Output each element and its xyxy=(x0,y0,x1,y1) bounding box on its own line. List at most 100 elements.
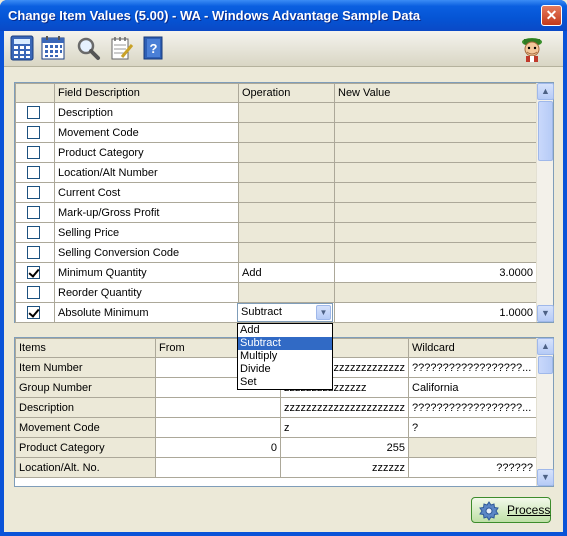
wildcard-cell[interactable]: ??????????????????... xyxy=(408,357,537,378)
operation-cell[interactable] xyxy=(238,242,335,263)
row-checkbox[interactable] xyxy=(27,226,40,239)
operation-cell[interactable] xyxy=(238,182,335,203)
notepad-icon[interactable] xyxy=(108,35,134,61)
from-cell[interactable] xyxy=(155,417,281,438)
dropdown-option[interactable]: Add xyxy=(238,324,332,337)
new-value-cell[interactable] xyxy=(334,242,537,263)
row-checkbox[interactable] xyxy=(27,286,40,299)
table-row: Description zzzzzzzzzzzzzzzzzzzzzz ?????… xyxy=(15,397,537,418)
help-book-icon[interactable]: ? xyxy=(140,35,166,61)
row-checkbox[interactable] xyxy=(27,106,40,119)
operation-cell[interactable]: Add xyxy=(238,262,335,283)
app-window: Change Item Values (5.00) - WA - Windows… xyxy=(0,0,567,536)
dropdown-option-selected[interactable]: Subtract xyxy=(238,337,332,350)
title-bar[interactable]: Change Item Values (5.00) - WA - Windows… xyxy=(0,0,567,31)
operation-cell[interactable] xyxy=(238,142,335,163)
new-value-cell[interactable] xyxy=(334,162,537,183)
new-value-cell[interactable] xyxy=(334,222,537,243)
dropdown-option[interactable]: Multiply xyxy=(238,350,332,363)
wildcard-cell[interactable]: California xyxy=(408,377,537,398)
row-checkbox[interactable] xyxy=(27,166,40,179)
column-header-operation[interactable]: Operation xyxy=(238,83,335,103)
ranges-scrollbar[interactable]: ▲ ▼ xyxy=(536,338,554,486)
column-header-wildcard[interactable]: Wildcard xyxy=(408,338,537,358)
operation-cell[interactable] xyxy=(238,202,335,223)
table-row: Location/Alt Number xyxy=(15,162,537,183)
table-row: Selling Conversion Code xyxy=(15,242,537,263)
table-row: Movement Code z ? xyxy=(15,417,537,438)
table-row: Current Cost xyxy=(15,182,537,203)
column-header-items[interactable]: Items xyxy=(15,338,156,358)
new-value-cell[interactable] xyxy=(334,102,537,123)
wildcard-cell[interactable]: ? xyxy=(408,417,537,438)
column-header-field-description[interactable]: Field Description xyxy=(54,83,239,103)
to-cell[interactable]: zzzzzz xyxy=(280,457,409,478)
from-cell[interactable] xyxy=(155,457,281,478)
gear-icon xyxy=(479,501,499,521)
magnifier-icon[interactable] xyxy=(75,35,101,61)
new-value-cell[interactable]: 3.0000 xyxy=(334,262,537,283)
operation-cell[interactable] xyxy=(238,222,335,243)
new-value-cell[interactable] xyxy=(334,122,537,143)
field-description: Movement Code xyxy=(54,122,239,143)
scroll-down-button[interactable]: ▼ xyxy=(537,469,554,486)
row-checkbox[interactable] xyxy=(27,186,40,199)
row-checkbox[interactable] xyxy=(27,126,40,139)
dropdown-option[interactable]: Set xyxy=(238,376,332,389)
operation-cell[interactable] xyxy=(238,282,335,303)
new-value-cell[interactable] xyxy=(334,142,537,163)
close-button[interactable]: ✕ xyxy=(541,5,562,26)
operation-dropdown-list: Add Subtract Multiply Divide Set xyxy=(237,323,333,390)
window-title: Change Item Values (5.00) - WA - Windows… xyxy=(8,8,421,23)
operation-combobox[interactable]: Subtract ▼ xyxy=(237,303,333,322)
table-row: Minimum Quantity Add 3.0000 xyxy=(15,262,537,283)
new-value-cell[interactable] xyxy=(334,182,537,203)
new-value-cell[interactable] xyxy=(334,202,537,223)
table-row: Reorder Quantity xyxy=(15,282,537,303)
field-description: Location/Alt Number xyxy=(54,162,239,183)
toolbar: ? xyxy=(4,31,563,67)
process-button-label: Process xyxy=(507,503,551,517)
to-cell[interactable]: z xyxy=(280,417,409,438)
operation-cell[interactable] xyxy=(238,102,335,123)
column-header-new-value[interactable]: New Value xyxy=(334,83,537,103)
item-label: Movement Code xyxy=(15,417,156,438)
fields-scrollbar[interactable]: ▲ ▼ xyxy=(536,83,554,322)
table-row: Mark-up/Gross Profit xyxy=(15,202,537,223)
field-description: Minimum Quantity xyxy=(54,262,239,283)
row-checkbox[interactable] xyxy=(27,206,40,219)
new-value-cell[interactable] xyxy=(334,282,537,303)
wildcard-cell[interactable]: ?????? xyxy=(408,457,537,478)
field-description: Absolute Minimum xyxy=(54,302,239,323)
from-cell[interactable]: 0 xyxy=(155,437,281,458)
operation-cell[interactable] xyxy=(238,162,335,183)
wildcard-cell[interactable]: ??????????????????... xyxy=(408,397,537,418)
scroll-thumb[interactable] xyxy=(538,356,553,374)
client-area: ? Field Description Operation New Value … xyxy=(4,31,563,532)
to-cell[interactable]: zzzzzzzzzzzzzzzzzzzzzz xyxy=(280,397,409,418)
mascot-icon xyxy=(517,35,547,62)
row-checkbox[interactable] xyxy=(27,146,40,159)
table-row: Location/Alt. No. zzzzzz ?????? xyxy=(15,457,537,478)
scroll-up-button[interactable]: ▲ xyxy=(537,338,554,355)
new-value-cell[interactable]: 1.0000 xyxy=(334,302,537,323)
table-row: Product Category 0 255 xyxy=(15,437,537,458)
calendar-icon[interactable] xyxy=(40,35,66,61)
row-checkbox[interactable] xyxy=(27,266,40,279)
process-button[interactable]: Process xyxy=(471,497,551,523)
chevron-down-icon[interactable]: ▼ xyxy=(316,305,331,320)
wildcard-cell[interactable] xyxy=(408,437,537,458)
row-checkbox[interactable] xyxy=(27,306,40,319)
operation-cell[interactable] xyxy=(238,122,335,143)
row-checkbox[interactable] xyxy=(27,246,40,259)
scroll-thumb[interactable] xyxy=(538,101,553,161)
calculator-icon[interactable] xyxy=(9,35,35,61)
dropdown-option[interactable]: Divide xyxy=(238,363,332,376)
scroll-up-button[interactable]: ▲ xyxy=(537,83,554,100)
scroll-down-button[interactable]: ▼ xyxy=(537,305,554,322)
table-row: Movement Code xyxy=(15,122,537,143)
fields-header-row: Field Description Operation New Value xyxy=(15,83,537,103)
table-row: Selling Price xyxy=(15,222,537,243)
from-cell[interactable] xyxy=(155,397,281,418)
to-cell[interactable]: 255 xyxy=(280,437,409,458)
